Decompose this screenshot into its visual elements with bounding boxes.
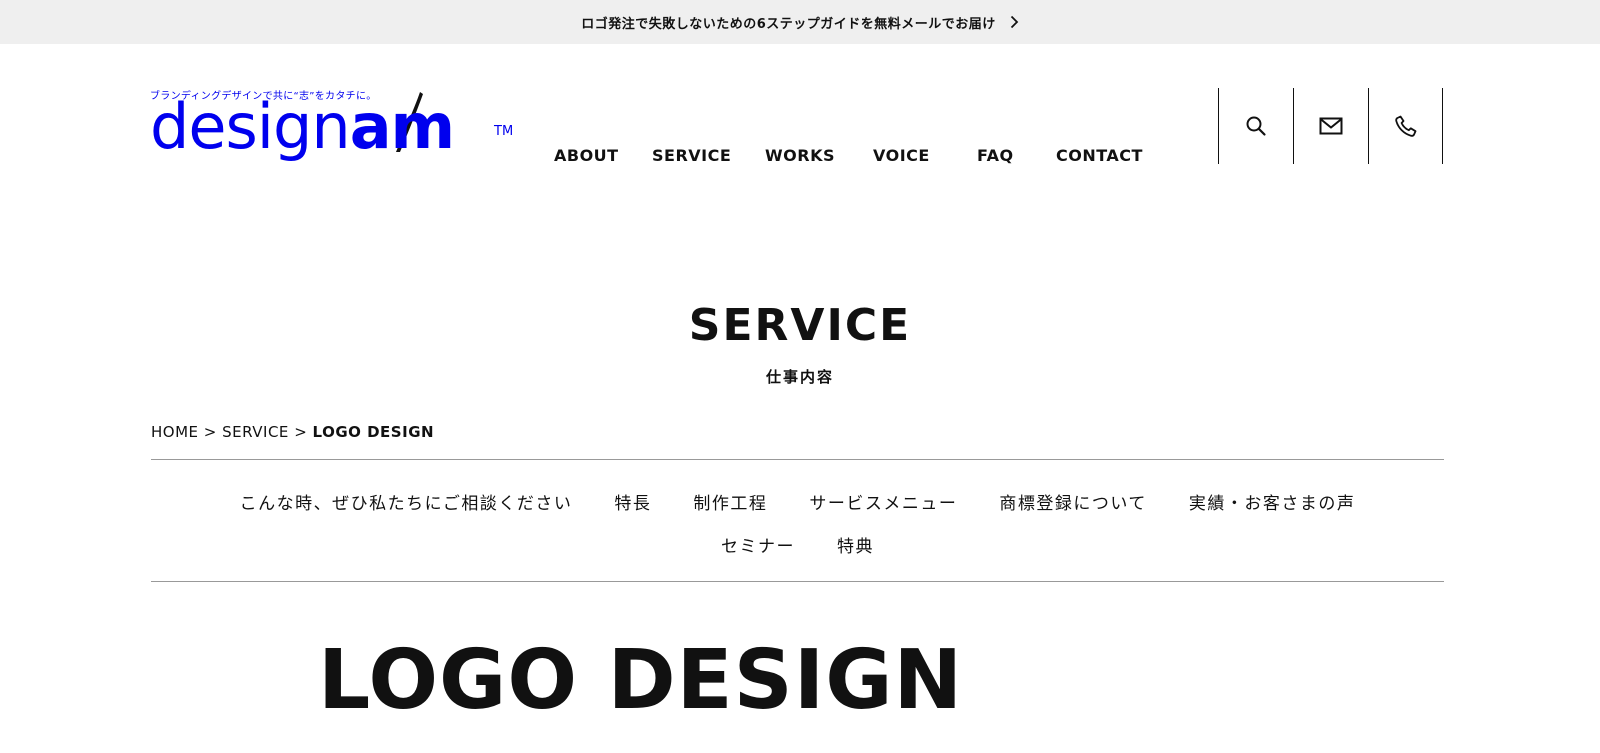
breadcrumb-home[interactable]: HOME — [151, 423, 199, 441]
anchor-menu-row-1: こんな時、ぜひ私たちにご相談ください 特長 制作工程 サービスメニュー 商標登録… — [151, 489, 1444, 514]
nav-works[interactable]: WORKS — [765, 146, 873, 165]
site-logo[interactable]: ブランディングデザインで共に“志”をカタチに。 designam TM — [150, 86, 520, 162]
anchor-seminar[interactable]: セミナー — [721, 532, 795, 557]
logo-word-light: design — [150, 90, 351, 162]
guide-link-text: ロゴ発注で失敗しないための6ステップガイドを無料メールでお届け — [581, 16, 996, 32]
page-title: LOGO DESIGN — [318, 633, 964, 728]
mail-button[interactable] — [1293, 88, 1368, 164]
anchor-process[interactable]: 制作工程 — [693, 489, 767, 514]
breadcrumb-service[interactable]: SERVICE — [222, 423, 289, 441]
announcement-bar: ロゴ発注で失敗しないための6ステップガイドを無料メールでお届け — [0, 0, 1600, 44]
phone-button[interactable] — [1368, 88, 1443, 164]
divider-top — [151, 459, 1444, 460]
search-icon — [1246, 116, 1266, 136]
header-icon-buttons — [1218, 88, 1443, 164]
nav-service[interactable]: SERVICE — [652, 146, 765, 165]
guide-link[interactable]: ロゴ発注で失敗しないための6ステップガイドを無料メールでお届け — [581, 13, 1019, 32]
global-nav: ABOUT SERVICE WORKS VOICE FAQ CONTACT — [554, 146, 1143, 165]
logo-trademark: TM — [494, 124, 514, 139]
anchor-features[interactable]: 特長 — [614, 489, 651, 514]
nav-faq[interactable]: FAQ — [977, 146, 1056, 165]
mail-icon — [1319, 117, 1343, 135]
anchor-consult[interactable]: こんな時、ぜひ私たちにご相談ください — [240, 489, 573, 514]
anchor-bonus[interactable]: 特典 — [837, 532, 874, 557]
nav-voice[interactable]: VOICE — [873, 146, 977, 165]
chevron-right-icon — [1010, 15, 1019, 29]
section-subtitle: 仕事内容 — [765, 368, 834, 386]
search-button[interactable] — [1218, 88, 1293, 164]
logo-word-bold: am — [349, 90, 455, 162]
breadcrumb-current: LOGO DESIGN — [312, 423, 435, 441]
phone-icon — [1394, 115, 1416, 137]
anchor-menu-row-2: セミナー 特典 — [151, 532, 1444, 557]
nav-about[interactable]: ABOUT — [554, 146, 652, 165]
section-title: SERVICE — [688, 300, 912, 351]
anchor-works-voice[interactable]: 実績・お客さまの声 — [1189, 489, 1356, 514]
anchor-trademark[interactable]: 商標登録について — [999, 489, 1147, 514]
nav-contact[interactable]: CONTACT — [1056, 146, 1143, 165]
breadcrumb-separator: > — [203, 423, 217, 441]
divider-bottom — [151, 581, 1444, 582]
logo-wordmark: designam — [150, 96, 455, 158]
breadcrumb: HOME > SERVICE > LOGO DESIGN — [151, 423, 434, 441]
breadcrumb-separator: > — [294, 423, 308, 441]
anchor-service-menu[interactable]: サービスメニュー — [809, 489, 957, 514]
